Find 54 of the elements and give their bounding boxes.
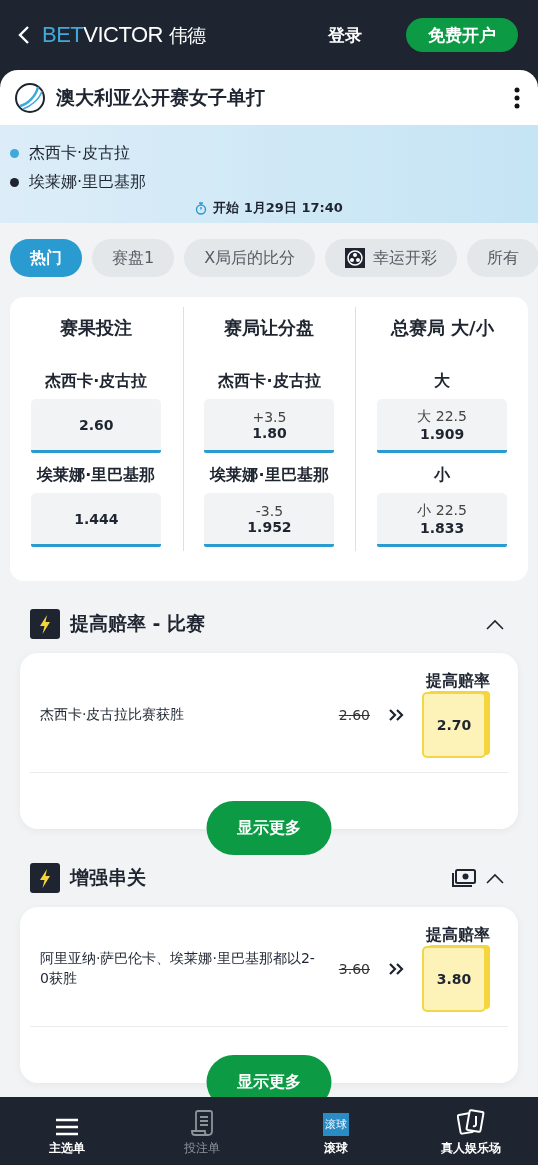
odds-button[interactable]: 小 22.5 1.833 [377, 493, 508, 547]
nav-item[interactable]: 主选单 [0, 1097, 135, 1165]
lightning-icon [30, 863, 60, 893]
lightning-icon [30, 609, 60, 639]
market-tab[interactable]: 所有 [467, 239, 538, 277]
selection-label: 埃莱娜·里巴基那 [210, 463, 329, 486]
stopwatch-icon [195, 201, 208, 215]
back-icon[interactable] [18, 25, 30, 45]
selection-description: 杰西卡·皮古拉比赛获胜 [40, 704, 186, 724]
odds-button[interactable]: -3.5 1.952 [204, 493, 335, 547]
odds-button[interactable]: 2.60 [31, 399, 162, 453]
odds-button[interactable]: 1.444 [31, 493, 162, 547]
boost-label: 提高赔率 [426, 671, 490, 692]
nav-item[interactable]: 滚球 滚球 [269, 1097, 404, 1165]
receipt-icon [190, 1110, 213, 1136]
signup-button[interactable]: 免费开户 [406, 18, 518, 52]
chevron-icon[interactable] [486, 618, 504, 630]
old-odds: 3.60 [338, 960, 370, 977]
nav-item[interactable]: 真人娱乐场 [403, 1097, 538, 1165]
lottery-icon [345, 248, 366, 268]
show-more-button[interactable]: 显示更多 [206, 1055, 332, 1097]
playing-cards-icon [456, 1108, 485, 1136]
market-tab[interactable]: 幸运开彩 [325, 239, 458, 277]
selection-label: 埃莱娜·里巴基那 [37, 463, 156, 486]
selection-description: 阿里亚纳·萨巴伦卡、埃莱娜·里巴基那都以2-0获胜 [40, 948, 316, 988]
odds-button[interactable]: 大 22.5 1.909 [377, 399, 508, 453]
player-name: 杰西卡·皮古拉 [29, 143, 131, 164]
selection-label: 杰西卡·皮古拉 [45, 369, 148, 392]
event-title: 澳大利亚公开赛女子单打 [56, 84, 266, 110]
menu-icon [55, 1118, 80, 1136]
boost-label: 提高赔率 [426, 925, 490, 946]
login-link[interactable]: 登录 [320, 19, 370, 51]
market-title: 总赛局 大/小 [390, 316, 494, 340]
player-name: 埃莱娜·里巴基那 [29, 172, 147, 193]
section-title: 增强串关 [70, 865, 147, 890]
selection-label: 杰西卡·皮古拉 [218, 369, 321, 392]
start-time: 开始 1月29日 17:40 [213, 199, 343, 217]
market-tab[interactable]: 赛盘1 [92, 239, 175, 277]
market-title: 赛果投注 [60, 316, 133, 340]
section-title: 提高赔率 - 比赛 [70, 611, 207, 636]
brand-logo[interactable]: BETVICTOR 伟德 [42, 21, 206, 49]
selection-label: 大 [434, 369, 451, 392]
live-badge: 滚球 [323, 1113, 350, 1136]
odds-button[interactable]: +3.5 1.80 [204, 399, 335, 453]
old-odds: 2.60 [338, 706, 370, 723]
market-title: 赛局让分盘 [224, 316, 315, 340]
tennis-ball-icon [14, 81, 46, 114]
chevron-icon[interactable] [486, 872, 504, 884]
double-chevron-icon [388, 961, 404, 976]
double-chevron-icon [388, 707, 404, 722]
show-more-button[interactable]: 显示更多 [206, 801, 332, 855]
selection-label: 小 [434, 463, 451, 486]
more-icon[interactable] [514, 86, 520, 109]
market-tab[interactable]: X局后的比分 [184, 239, 316, 277]
